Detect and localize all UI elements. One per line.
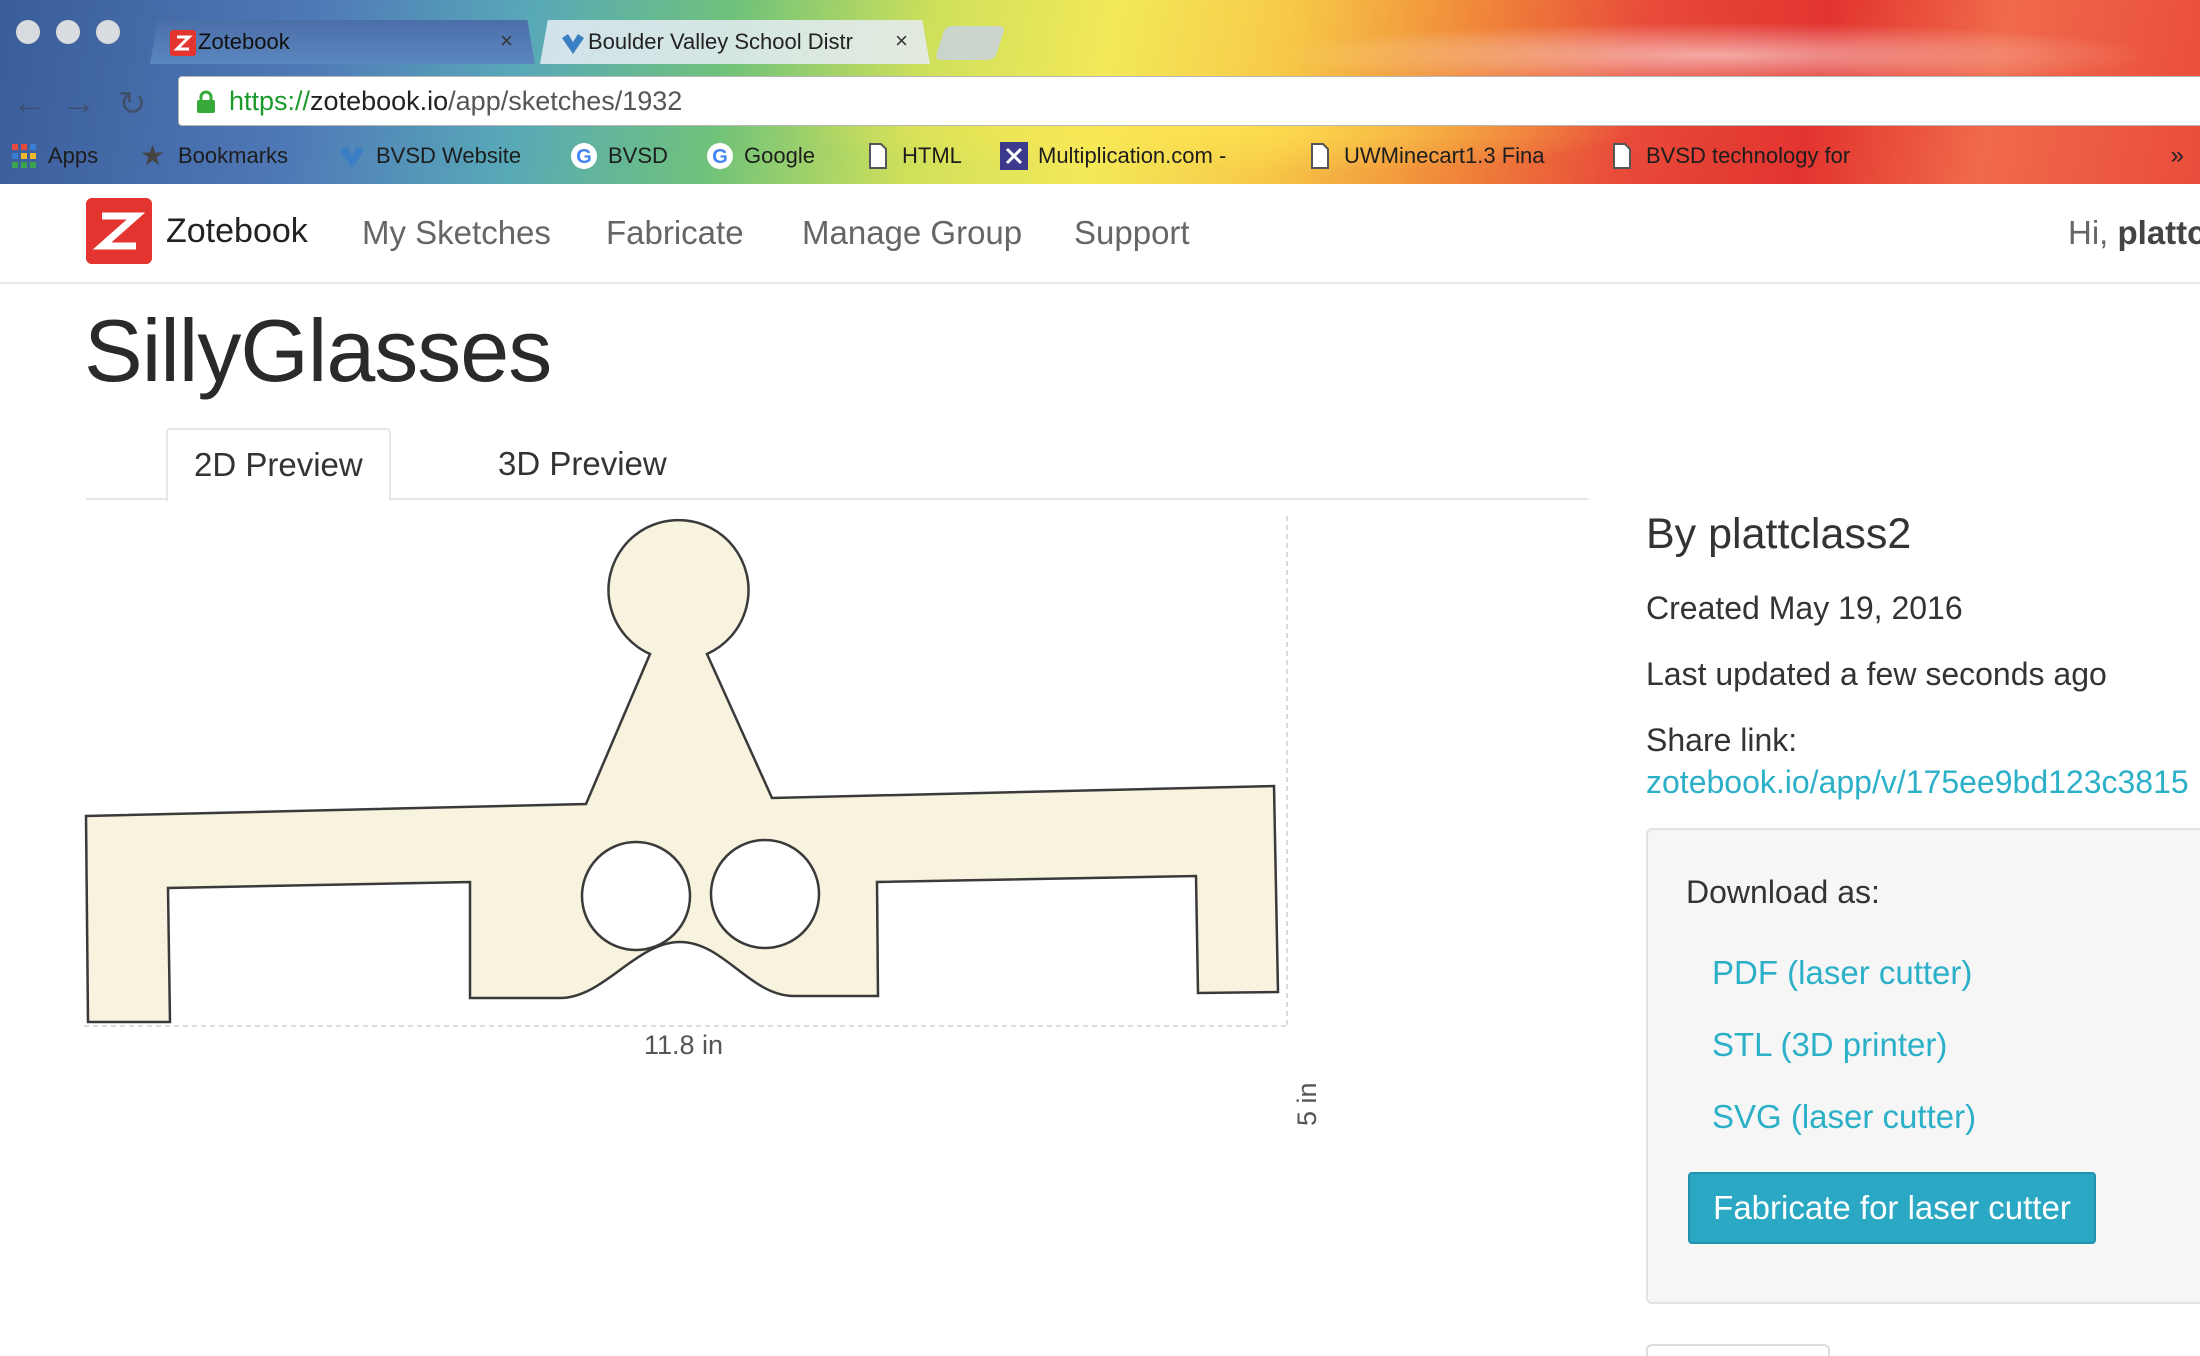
bookmark-label: BVSD technology for bbox=[1646, 143, 1851, 168]
zotebook-favicon-icon bbox=[170, 30, 196, 56]
nav-fabricate[interactable]: Fabricate bbox=[606, 214, 744, 252]
browser-chrome: Zotebook × Boulder Valley School Distr ×… bbox=[0, 0, 2200, 184]
browser-tab-title: Zotebook bbox=[198, 29, 290, 54]
bookmark-uwminecart[interactable]: UWMinecart1.3 Fina bbox=[1306, 134, 1576, 178]
page-icon bbox=[1613, 143, 1631, 169]
sketch-canvas bbox=[84, 516, 1288, 1027]
apps-grid-icon bbox=[12, 144, 36, 168]
multiplication-icon bbox=[1000, 142, 1028, 170]
bookmark-apps[interactable]: Apps bbox=[10, 134, 98, 178]
created-date: Created May 19, 2016 bbox=[1646, 590, 1963, 626]
download-svg-link[interactable]: SVG (laser cutter) bbox=[1712, 1098, 1976, 1136]
address-bar[interactable]: https://zotebook.io/app/sketches/1932 bbox=[178, 76, 2200, 126]
bookmark-label: Multiplication.com - bbox=[1038, 143, 1227, 168]
browser-tab-zotebook[interactable]: Zotebook × bbox=[150, 20, 535, 64]
bookmark-label: UWMinecart1.3 Fina bbox=[1344, 143, 1545, 168]
user-greeting[interactable]: Hi, plattcl bbox=[2068, 214, 2200, 252]
preview-tabs: 2D Preview 3D Preview bbox=[86, 428, 1588, 502]
download-pdf-link[interactable]: PDF (laser cutter) bbox=[1712, 954, 1972, 992]
fabricate-laser-cutter-button[interactable]: Fabricate for laser cutter bbox=[1688, 1172, 2096, 1244]
close-window-button[interactable] bbox=[16, 20, 40, 44]
bookmark-multiplication[interactable]: Multiplication.com - bbox=[1000, 134, 1226, 178]
url-path: /app/sketches/1932 bbox=[448, 85, 683, 116]
lock-icon bbox=[197, 90, 215, 113]
nav-my-sketches[interactable]: My Sketches bbox=[362, 214, 551, 252]
left-lens-hole bbox=[580, 840, 692, 952]
zotebook-logo-icon[interactable] bbox=[86, 198, 152, 264]
close-tab-icon[interactable]: × bbox=[895, 28, 908, 54]
bookmark-label: Google bbox=[744, 143, 815, 168]
bookmark-label: HTML bbox=[902, 143, 962, 168]
sketch-preview-2d: 11.8 in bbox=[84, 516, 1344, 1196]
bookmark-html[interactable]: HTML bbox=[864, 134, 962, 178]
secondary-button-partial[interactable] bbox=[1646, 1344, 1830, 1356]
reload-icon[interactable]: ↻ bbox=[118, 84, 147, 124]
bookmarks-bar: Apps ★ Bookmarks BVSD Website G BVSD G G… bbox=[0, 134, 2200, 178]
minimize-window-button[interactable] bbox=[56, 20, 80, 44]
maximize-window-button[interactable] bbox=[96, 20, 120, 44]
bookmarks-overflow-icon[interactable]: » bbox=[2171, 142, 2184, 170]
star-icon: ★ bbox=[140, 140, 166, 171]
browser-tab-bvsd[interactable]: Boulder Valley School Distr × bbox=[540, 20, 930, 64]
nav-manage-group[interactable]: Manage Group bbox=[802, 214, 1022, 252]
page-title: SillyGlasses bbox=[84, 301, 552, 400]
download-panel: Download as: PDF (laser cutter) STL (3D … bbox=[1646, 828, 2200, 1304]
google-icon: G bbox=[571, 143, 597, 169]
share-link-url[interactable]: zotebook.io/app/v/175ee9bd123c3815 bbox=[1646, 764, 2189, 801]
svg-text:G: G bbox=[712, 146, 728, 168]
bookmark-label: BVSD bbox=[608, 143, 668, 168]
right-lens-hole bbox=[709, 838, 821, 950]
bookmark-bvsd-website[interactable]: BVSD Website bbox=[338, 134, 521, 178]
width-dimension-label: 11.8 in bbox=[644, 1030, 724, 1060]
back-arrow-icon[interactable]: ← bbox=[12, 84, 46, 123]
bookmark-label: Bookmarks bbox=[178, 143, 289, 168]
svg-text:G: G bbox=[576, 146, 592, 168]
new-tab-button[interactable] bbox=[934, 26, 1006, 60]
close-tab-icon[interactable]: × bbox=[500, 28, 513, 54]
greeting-prefix: Hi, bbox=[2068, 214, 2118, 251]
page-icon bbox=[1311, 143, 1329, 169]
bvsd-icon bbox=[340, 146, 364, 168]
bookmark-label: BVSD Website bbox=[376, 143, 522, 168]
glasses-outline bbox=[84, 518, 1280, 1024]
bvsd-favicon-icon bbox=[562, 34, 584, 54]
sketch-author: By plattclass2 bbox=[1646, 510, 1912, 558]
browser-tab-title: Boulder Valley School Distr bbox=[588, 29, 853, 54]
bookmark-bvsd-technology[interactable]: BVSD technology for bbox=[1608, 134, 1878, 178]
nav-support[interactable]: Support bbox=[1074, 214, 1190, 252]
bookmark-bvsd[interactable]: G BVSD bbox=[570, 134, 668, 178]
bookmark-google[interactable]: G Google bbox=[706, 134, 815, 178]
site-header: Zotebook My Sketches Fabricate Manage Gr… bbox=[0, 184, 2200, 284]
tab-2d-preview[interactable]: 2D Preview bbox=[166, 428, 391, 502]
brand-name[interactable]: Zotebook bbox=[166, 212, 308, 251]
page-icon bbox=[869, 143, 887, 169]
download-stl-link[interactable]: STL (3D printer) bbox=[1712, 1026, 1947, 1064]
share-link-label: Share link: bbox=[1646, 722, 1798, 758]
url-scheme: https:// bbox=[229, 85, 311, 116]
google-icon: G bbox=[707, 143, 733, 169]
last-updated: Last updated a few seconds ago bbox=[1646, 656, 2107, 692]
forward-arrow-icon[interactable]: → bbox=[62, 84, 96, 123]
height-dimension-label: 5 in bbox=[1292, 1082, 1322, 1126]
bookmark-label: Apps bbox=[48, 143, 99, 168]
download-title: Download as: bbox=[1686, 874, 1880, 910]
tab-3d-preview[interactable]: 3D Preview bbox=[472, 428, 693, 500]
greeting-username: plattcl bbox=[2117, 214, 2200, 251]
url-host: zotebook.io bbox=[310, 85, 449, 116]
bookmark-bookmarks[interactable]: ★ Bookmarks bbox=[140, 134, 288, 178]
